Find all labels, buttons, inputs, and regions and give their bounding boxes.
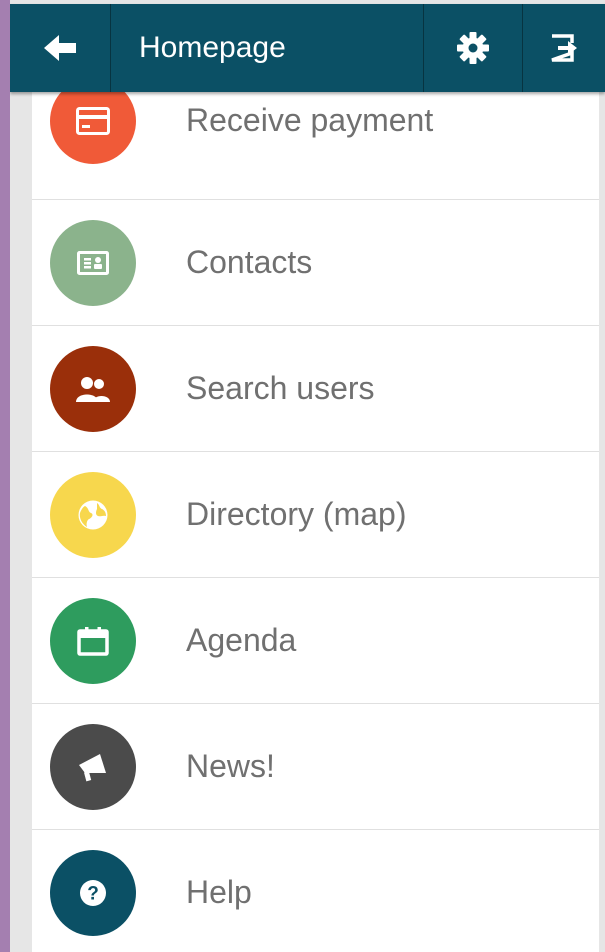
menu-item-label: Directory (map) (186, 496, 407, 532)
app-frame: Homepage Receive payment Contacts Search… (10, 0, 605, 952)
page-title: Homepage (111, 4, 424, 92)
svg-text:?: ? (87, 883, 99, 904)
menu-item-directory-map[interactable]: Directory (map) (32, 452, 599, 578)
menu-item-label: Help (186, 874, 252, 910)
menu-item-agenda[interactable]: Agenda (32, 578, 599, 704)
top-bar: Homepage (10, 4, 605, 92)
menu-item-label: Search users (186, 370, 375, 406)
menu-item-label: Receive payment (186, 102, 434, 138)
menu-item-label: News! (186, 748, 275, 784)
settings-button[interactable] (424, 4, 523, 92)
gear-icon (457, 32, 489, 64)
menu-item-help[interactable]: ? Help (32, 830, 599, 952)
arrow-left-icon (44, 35, 76, 61)
menu-item-label: Agenda (186, 622, 297, 658)
menu-list: Receive payment Contacts Search users Di… (32, 72, 599, 952)
calendar-icon (50, 597, 136, 684)
users-icon (50, 345, 136, 432)
megaphone-icon (50, 723, 136, 810)
menu-item-label: Contacts (186, 244, 313, 280)
contact-card-icon (50, 219, 136, 306)
logout-button[interactable] (523, 4, 605, 92)
globe-icon (50, 471, 136, 558)
logout-icon (551, 34, 577, 62)
menu-item-contacts[interactable]: Contacts (32, 200, 599, 326)
help-icon: ? (50, 849, 136, 936)
menu-item-search-users[interactable]: Search users (32, 326, 599, 452)
back-button[interactable] (10, 4, 111, 92)
menu-item-news[interactable]: News! (32, 704, 599, 830)
